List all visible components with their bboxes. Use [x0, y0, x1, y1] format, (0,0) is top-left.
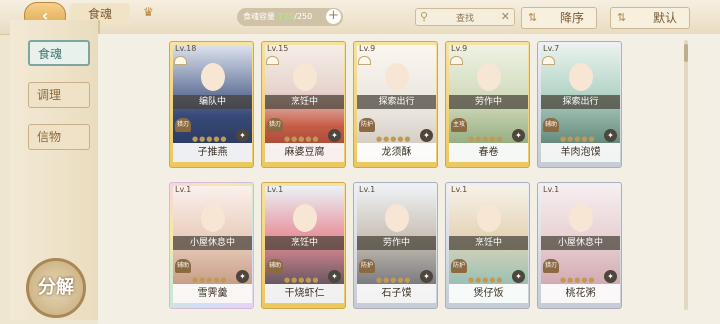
role-tag: 防护	[359, 259, 375, 273]
favorite-icon	[450, 56, 463, 65]
decompose-button[interactable]: 分解	[26, 258, 86, 318]
character-name: 麻婆豆腐	[265, 143, 344, 162]
skill-dots: ●●●●●	[376, 276, 412, 284]
sidebar-item-tiaoli[interactable]: 调理	[28, 82, 90, 108]
character-card[interactable]: Lv.1 烹饪中 辅助 ●●●●● ✦ 干烧虾仁	[261, 182, 346, 309]
level-label: Lv.1	[543, 185, 560, 194]
level-label: Lv.1	[451, 185, 468, 194]
role-tag: 辅助	[543, 118, 559, 132]
role-tag: 辅助	[175, 259, 191, 273]
favorite-icon	[542, 56, 555, 65]
sort-icon: ⇅	[617, 11, 627, 24]
sort-order-button[interactable]: ⇅ 降序	[521, 7, 597, 29]
character-card[interactable]: Lv.1 烹饪中 防护 ●●●●● ✦ 煲仔饭	[445, 182, 530, 309]
role-tag: 主攻	[451, 118, 467, 132]
status-label: 烹饪中	[265, 236, 344, 250]
scrollbar-track[interactable]	[684, 40, 688, 310]
status-label: 编队中	[173, 95, 252, 109]
character-name: 羊肉泡馍	[541, 143, 620, 162]
element-icon: ✦	[236, 129, 249, 142]
skill-dots: ●●●●●	[192, 135, 228, 143]
skill-dots: ●●●●●	[284, 276, 320, 284]
search-placeholder: 查找	[456, 14, 475, 24]
character-card[interactable]: Lv.1 劳作中 防护 ●●●●● ✦ 石子馍	[353, 182, 438, 309]
character-card[interactable]: Lv.9 探索出行 防护 ●●●●● ✦ 龙须酥	[353, 41, 438, 168]
character-card[interactable]: Lv.1 小屋休息中 辅助 ●●●●● ✦ 雪霁羹	[169, 182, 254, 309]
element-icon: ✦	[420, 270, 433, 283]
sidebar-item-shihun[interactable]: 食魂	[28, 40, 90, 66]
status-label: 劳作中	[357, 236, 436, 250]
skill-dots: ●●●●●	[560, 135, 596, 143]
element-icon: ✦	[236, 270, 249, 283]
level-label: Lv.1	[267, 185, 284, 194]
scrollbar-thumb[interactable]	[684, 44, 688, 62]
search-input[interactable]: ⚲ 查找 ✕	[415, 8, 515, 26]
character-card[interactable]: Lv.7 探索出行 辅助 ●●●●● ✦ 羊肉泡馍	[537, 41, 622, 168]
favorite-icon	[358, 56, 371, 65]
capacity-max: /250	[294, 12, 313, 21]
element-icon: ✦	[604, 129, 617, 142]
role-tag: 猎刃	[543, 259, 559, 273]
element-icon: ✦	[512, 129, 525, 142]
clear-search-icon[interactable]: ✕	[501, 10, 510, 23]
element-icon: ✦	[328, 270, 341, 283]
element-icon: ✦	[420, 129, 433, 142]
character-card[interactable]: Lv.9 劳作中 主攻 ●●●●● ✦ 春卷	[445, 41, 530, 168]
character-name: 桃花粥	[541, 284, 620, 303]
character-card[interactable]: Lv.18 编队中 猎刃 ●●●●● ✦ 子推燕	[169, 41, 254, 168]
element-icon: ✦	[328, 129, 341, 142]
element-icon: ✦	[604, 270, 617, 283]
default-label: 默认	[652, 11, 677, 25]
sort-icon: ⇅	[528, 11, 538, 24]
character-name: 石子馍	[357, 284, 436, 303]
crown-icon[interactable]: ♛	[143, 5, 154, 19]
favorite-icon	[174, 56, 187, 65]
capacity-indicator: 食魂容量 175/250 +	[237, 8, 343, 26]
sidebar-item-xinwu[interactable]: 信物	[28, 124, 90, 150]
character-name: 干烧虾仁	[265, 284, 344, 303]
role-tag: 防护	[359, 118, 375, 132]
status-label: 劳作中	[449, 95, 528, 109]
status-label: 小屋休息中	[541, 236, 620, 250]
sort-label: 降序	[559, 11, 584, 25]
skill-dots: ●●●●●	[376, 135, 412, 143]
character-card[interactable]: Lv.15 烹饪中 猎刃 ●●●●● ✦ 麻婆豆腐	[261, 41, 346, 168]
character-name: 春卷	[449, 143, 528, 162]
status-label: 小屋休息中	[173, 236, 252, 250]
level-label: Lv.18	[175, 44, 197, 53]
search-icon: ⚲	[420, 10, 429, 23]
element-icon: ✦	[512, 270, 525, 283]
skill-dots: ●●●●●	[468, 276, 504, 284]
favorite-icon	[266, 56, 279, 65]
default-sort-button[interactable]: ⇅ 默认	[610, 7, 690, 29]
role-tag: 辅助	[267, 259, 283, 273]
skill-dots: ●●●●●	[560, 276, 596, 284]
capacity-current: 175	[277, 12, 295, 21]
character-name: 子推燕	[173, 143, 252, 162]
skill-dots: ●●●●●	[468, 135, 504, 143]
status-label: 探索出行	[357, 95, 436, 109]
character-name: 煲仔饭	[449, 284, 528, 303]
status-label: 烹饪中	[449, 236, 528, 250]
level-label: Lv.15	[267, 44, 289, 53]
top-bar: ‹ 食魂 ♛ 食魂容量 175/250 + ⚲ 查找 ✕ ⇅ 降序 ⇅ 默认	[0, 0, 720, 35]
level-label: Lv.7	[543, 44, 560, 53]
role-tag: 防护	[451, 259, 467, 273]
skill-dots: ●●●●●	[192, 276, 228, 284]
role-tag: 猎刃	[175, 118, 191, 132]
skill-dots: ●●●●●	[284, 135, 320, 143]
status-label: 探索出行	[541, 95, 620, 109]
character-name: 雪霁羹	[173, 284, 252, 303]
level-label: Lv.9	[359, 44, 376, 53]
character-name: 龙须酥	[357, 143, 436, 162]
level-label: Lv.9	[451, 44, 468, 53]
level-label: Lv.1	[359, 185, 376, 194]
role-tag: 猎刃	[267, 118, 283, 132]
add-capacity-button[interactable]: +	[326, 9, 341, 24]
status-label: 烹饪中	[265, 95, 344, 109]
level-label: Lv.1	[175, 185, 192, 194]
character-card[interactable]: Lv.1 小屋休息中 猎刃 ●●●●● ✦ 桃花粥	[537, 182, 622, 309]
capacity-label: 食魂容量	[243, 12, 275, 21]
